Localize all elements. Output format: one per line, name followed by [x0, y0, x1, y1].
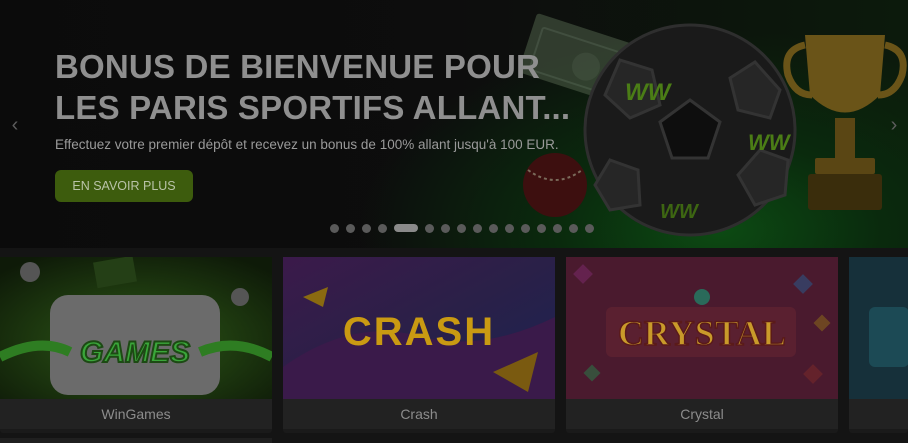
chevron-right-icon[interactable]: › [884, 112, 904, 138]
learn-more-button[interactable]: EN SAVOIR PLUS [55, 170, 193, 202]
game-tile-wingames[interactable]: GAMES WinGames [0, 257, 272, 433]
carousel-dot[interactable] [585, 223, 594, 233]
carousel-dot[interactable] [521, 223, 530, 233]
game-tile-crystal[interactable]: CRYSTAL Crystal [566, 257, 838, 433]
carousel-dot[interactable] [489, 223, 498, 233]
promo-banner: WW WW WW BONUS DE BIENVENUE POUR LES PAR… [0, 0, 908, 248]
svg-text:WW: WW [748, 130, 792, 155]
partial-thumbnail [849, 257, 908, 399]
carousel-dot[interactable] [425, 223, 434, 233]
carousel-dot[interactable] [505, 223, 514, 233]
svg-text:CRYSTAL: CRYSTAL [618, 313, 786, 353]
banner-title: BONUS DE BIENVENUE POUR LES PARIS SPORTI… [55, 48, 571, 126]
carousel-dot[interactable] [537, 223, 546, 233]
carousel-dot[interactable] [473, 223, 482, 233]
svg-text:CRASH: CRASH [343, 310, 495, 354]
chevron-left-icon[interactable]: ‹ [5, 112, 25, 138]
cricket-ball-icon [523, 153, 587, 217]
carousel-dot[interactable] [346, 223, 355, 233]
carousel-dot[interactable] [378, 223, 387, 233]
game-title: WinGames [0, 399, 272, 429]
banner-subtitle: Effectuez votre premier dépôt et recevez… [55, 137, 559, 152]
carousel-dot[interactable] [441, 223, 450, 233]
carousel-pagination [330, 223, 594, 233]
crash-thumbnail: CRASH [283, 257, 555, 399]
game-title [849, 399, 908, 429]
crystal-thumbnail: CRYSTAL [566, 257, 838, 399]
game-tile-crash[interactable]: CRASH Crash [283, 257, 555, 433]
carousel-dot[interactable] [553, 223, 562, 233]
tile-divider [0, 438, 272, 443]
svg-text:WW: WW [660, 201, 700, 223]
carousel-dot[interactable] [330, 223, 339, 233]
soccer-ball-icon: WW WW WW [583, 23, 797, 237]
game-tile-partial[interactable] [849, 257, 908, 433]
game-title: Crystal [566, 399, 838, 429]
games-carousel: GAMES WinGames CRASH Crash CRYSTAL Cryst… [0, 257, 908, 443]
carousel-dot[interactable] [569, 223, 578, 233]
wingames-thumbnail: GAMES [0, 257, 272, 399]
svg-text:GAMES: GAMES [80, 336, 190, 369]
game-title: Crash [283, 399, 555, 429]
carousel-dot[interactable] [362, 223, 371, 233]
svg-text:WW: WW [625, 79, 673, 106]
carousel-dot[interactable] [394, 224, 418, 232]
carousel-dot[interactable] [457, 223, 466, 233]
